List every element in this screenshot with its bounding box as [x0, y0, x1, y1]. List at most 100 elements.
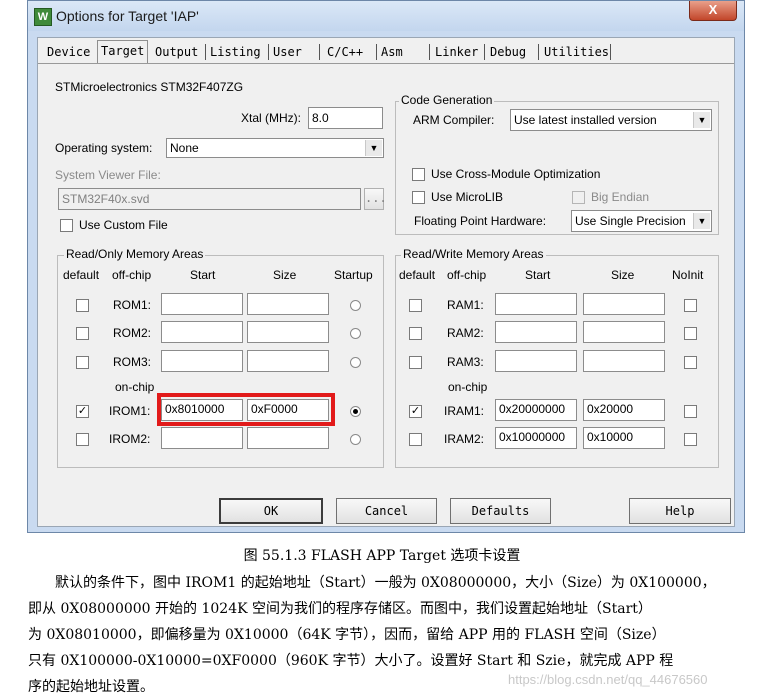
body-line-5: 序的起始地址设置。 — [28, 679, 154, 695]
ram1-label: RAM1: — [447, 298, 484, 312]
ram2-size-input[interactable] — [583, 321, 665, 343]
ram-offchip-header: off-chip — [447, 268, 487, 282]
chevron-down-icon[interactable]: ▼ — [693, 213, 710, 229]
ram2-noinit-checkbox[interactable] — [684, 327, 697, 340]
body-line-1: 默认的条件下，图中 IROM1 的起始地址（Start）一般为 0X080000… — [55, 575, 716, 591]
tab-asm[interactable]: Asm — [378, 42, 406, 62]
tab-separator — [376, 44, 377, 60]
ok-button[interactable]: OK — [219, 498, 323, 524]
big-endian-label: Big Endian — [591, 190, 650, 204]
irom1-label: IROM1: — [109, 404, 151, 418]
target-panel: STMicroelectronics STM32F407ZG Xtal (MHz… — [41, 64, 729, 488]
ram3-label: RAM3: — [447, 355, 484, 369]
svd-label: System Viewer File: — [55, 168, 161, 182]
fpu-label: Floating Point Hardware: — [414, 214, 547, 228]
ram3-start-input[interactable] — [495, 350, 577, 372]
iram2-noinit-checkbox[interactable] — [684, 433, 697, 446]
rom3-size-input[interactable] — [247, 350, 329, 372]
rom3-default-checkbox[interactable] — [76, 356, 89, 369]
close-button[interactable]: X — [689, 1, 737, 21]
tab-cc[interactable]: C/C++ — [324, 42, 366, 62]
fpu-select[interactable]: Use Single Precision ▼ — [571, 210, 712, 232]
ram3-default-checkbox[interactable] — [409, 356, 422, 369]
defaults-button[interactable]: Defaults — [450, 498, 551, 524]
cancel-button[interactable]: Cancel — [336, 498, 437, 524]
ram2-start-input[interactable] — [495, 321, 577, 343]
iram1-size-input[interactable]: 0x20000 — [583, 399, 665, 421]
irom2-default-checkbox[interactable] — [76, 433, 89, 446]
rom2-default-checkbox[interactable] — [76, 327, 89, 340]
rom-size-header: Size — [273, 268, 297, 282]
rom3-label: ROM3: — [113, 355, 152, 369]
tab-separator — [610, 44, 611, 60]
highlight-box — [157, 393, 335, 426]
arm-compiler-label: ARM Compiler: — [413, 113, 495, 127]
rom3-start-input[interactable] — [161, 350, 243, 372]
tab-output[interactable]: Output — [152, 42, 201, 62]
body-line-3: 为 0X08010000，即偏移量为 0X10000（64K 字节），因而，留给… — [28, 627, 666, 643]
rom2-start-input[interactable] — [161, 321, 243, 343]
tab-linker[interactable]: Linker — [432, 42, 481, 62]
tab-listing[interactable]: Listing — [207, 42, 264, 62]
irom2-start-input[interactable] — [161, 427, 243, 449]
options-dialog: W Options for Target 'IAP' X Device Targ… — [27, 0, 745, 533]
app-icon: W — [34, 8, 52, 26]
rom3-startup-radio[interactable] — [350, 357, 361, 368]
tab-target[interactable]: Target — [97, 40, 149, 63]
rom1-start-input[interactable] — [161, 293, 243, 315]
ram1-default-checkbox[interactable] — [409, 299, 422, 312]
iram2-default-checkbox[interactable] — [409, 433, 422, 446]
arm-compiler-select[interactable]: Use latest installed version ▼ — [510, 109, 712, 131]
help-button[interactable]: Help — [629, 498, 731, 524]
rom1-default-checkbox[interactable] — [76, 299, 89, 312]
iram2-size-input[interactable]: 0x10000 — [583, 427, 665, 449]
os-value: None — [170, 141, 199, 155]
ram3-noinit-checkbox[interactable] — [684, 356, 697, 369]
ram1-size-input[interactable] — [583, 293, 665, 315]
cross-module-checkbox[interactable] — [412, 168, 425, 181]
tab-user[interactable]: User — [270, 42, 305, 62]
xtal-label: Xtal (MHz): — [241, 111, 301, 125]
rom1-startup-radio[interactable] — [350, 300, 361, 311]
irom1-startup-radio[interactable] — [350, 406, 361, 417]
chevron-down-icon[interactable]: ▼ — [693, 112, 710, 128]
tab-device[interactable]: Device — [44, 42, 93, 62]
rom1-label: ROM1: — [113, 298, 152, 312]
xtal-input[interactable]: 8.0 — [308, 107, 383, 129]
big-endian-checkbox — [572, 191, 585, 204]
title-bar[interactable]: W Options for Target 'IAP' X — [28, 1, 744, 31]
ram1-noinit-checkbox[interactable] — [684, 299, 697, 312]
cross-module-label: Use Cross-Module Optimization — [431, 167, 601, 181]
microlib-checkbox[interactable] — [412, 191, 425, 204]
chevron-down-icon[interactable]: ▼ — [365, 140, 382, 156]
irom1-default-checkbox[interactable]: ✓ — [76, 405, 89, 418]
watermark: https://blog.csdn.net/qq_44676560 — [508, 672, 708, 687]
rom1-size-input[interactable] — [247, 293, 329, 315]
ram-start-header: Start — [525, 268, 551, 282]
os-select[interactable]: None ▼ — [166, 138, 384, 158]
window-title: Options for Target 'IAP' — [56, 8, 199, 24]
irom2-startup-radio[interactable] — [350, 434, 361, 445]
custom-file-checkbox[interactable] — [60, 219, 73, 232]
ram1-start-input[interactable] — [495, 293, 577, 315]
tab-separator — [319, 44, 320, 60]
tab-debug[interactable]: Debug — [487, 42, 529, 62]
rom-offchip-header: off-chip — [112, 268, 152, 282]
iram1-noinit-checkbox[interactable] — [684, 405, 697, 418]
iram1-default-checkbox[interactable]: ✓ — [409, 405, 422, 418]
tab-utilities[interactable]: Utilities — [541, 42, 612, 62]
ram-default-header: default — [399, 268, 436, 282]
device-name: STMicroelectronics STM32F407ZG — [55, 80, 244, 94]
irom2-size-input[interactable] — [247, 427, 329, 449]
browse-button: ... — [364, 188, 387, 210]
fpu-value: Use Single Precision — [575, 214, 686, 228]
ram2-default-checkbox[interactable] — [409, 327, 422, 340]
rom-areas-title: Read/Only Memory Areas — [64, 247, 206, 261]
iram2-start-input[interactable]: 0x10000000 — [495, 427, 577, 449]
iram1-label: IRAM1: — [444, 404, 485, 418]
iram1-start-input[interactable]: 0x20000000 — [495, 399, 577, 421]
irom2-label: IROM2: — [109, 432, 151, 446]
rom2-startup-radio[interactable] — [350, 328, 361, 339]
ram3-size-input[interactable] — [583, 350, 665, 372]
rom2-size-input[interactable] — [247, 321, 329, 343]
